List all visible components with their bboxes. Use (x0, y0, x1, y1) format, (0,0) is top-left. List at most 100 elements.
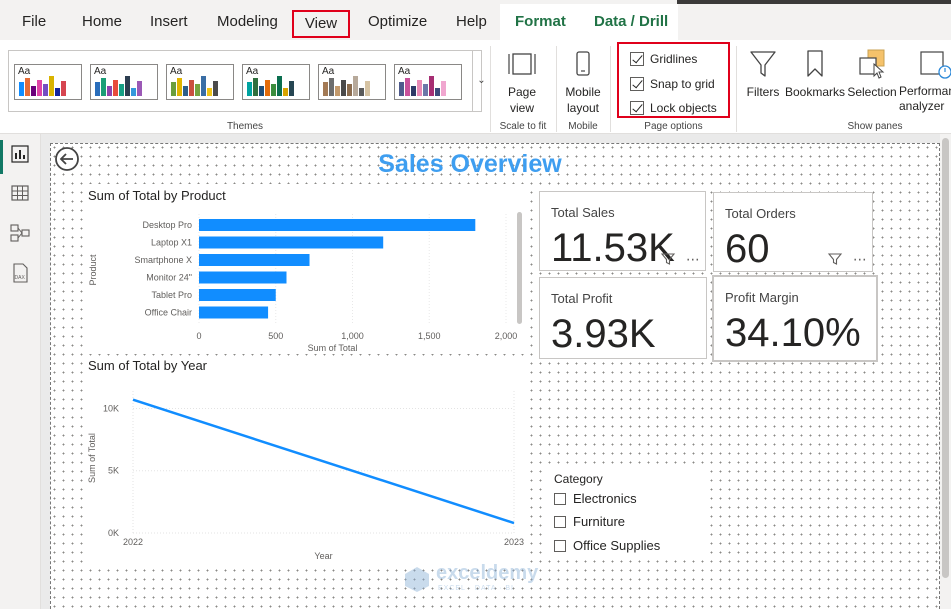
theme-swatch-3[interactable]: Aa (166, 64, 234, 100)
line-chart-series (132, 398, 515, 525)
filter-icon[interactable] (827, 251, 843, 267)
bar-chart-bar (199, 254, 310, 266)
page-view-button[interactable]: Page view (500, 50, 544, 116)
table-view-icon[interactable] (9, 182, 31, 204)
line-chart-x-tick: 2022 (123, 537, 143, 547)
bookmark-icon (807, 50, 823, 77)
filters-button[interactable]: Filters (743, 48, 783, 114)
watermark-tagline: EXCEL · DATA · BI (438, 585, 514, 592)
bar-chart-x-tick: 1,000 (341, 331, 364, 341)
theme-swatch-4[interactable]: Aa (242, 64, 310, 100)
more-options-icon[interactable]: ⋯ (686, 251, 700, 267)
theme-swatch-2[interactable]: Aa (90, 64, 158, 100)
theme-color-bar (43, 84, 48, 96)
menu-insert[interactable]: Insert (150, 10, 188, 34)
theme-color-bar (213, 81, 218, 96)
bar-chart-category-label: Monitor 24" (146, 273, 192, 283)
snap-to-grid-checkbox[interactable]: Snap to grid (630, 75, 715, 93)
theme-color-bar (423, 84, 428, 96)
vertical-scrollbar[interactable] (940, 134, 951, 609)
model-view-icon[interactable] (9, 222, 31, 244)
selection-button[interactable]: Selection (846, 48, 898, 114)
bar-chart-bar (199, 271, 287, 284)
more-options-icon[interactable]: ⋯ (853, 251, 867, 267)
dax-query-view-icon[interactable]: DAX (9, 262, 31, 284)
theme-color-bar (55, 88, 60, 96)
performance-analyzer-button[interactable]: Performance analyzer (899, 48, 951, 120)
bar-chart-x-tick: 2,000 (495, 331, 518, 341)
menu-home[interactable]: Home (82, 10, 122, 34)
menu-view[interactable]: View (292, 10, 350, 38)
theme-swatch-6[interactable]: Aa (394, 64, 462, 100)
theme-color-bar (171, 82, 176, 96)
watermark-name: exceldemy (436, 562, 539, 584)
line-chart-visual[interactable]: Sum of Total by Year 0K 5K 10K 2022 2023 Year… (86, 356, 528, 566)
bar-chart-bar (199, 219, 476, 231)
theme-color-bar (125, 76, 130, 96)
ribbon-separator (736, 46, 737, 132)
ribbon-separator (556, 46, 557, 132)
gridlines-checkbox[interactable]: Gridlines (630, 50, 697, 68)
filter-icon[interactable] (660, 251, 676, 267)
slicer-item-furniture[interactable]: Furniture (554, 513, 625, 531)
menu-optimize[interactable]: Optimize (368, 10, 427, 34)
slicer-item-label: Electronics (573, 491, 637, 506)
back-arrow-icon[interactable] (54, 146, 80, 172)
mobile-phone-icon (576, 51, 590, 76)
theme-swatch-1[interactable]: Aa (14, 64, 82, 100)
filter-icon (750, 51, 776, 77)
bar-chart-y-axis-label: Product (88, 254, 98, 286)
card-profit-margin[interactable]: Profit Margin 34.10% (712, 275, 878, 362)
theme-color-bar (37, 80, 42, 96)
lock-objects-label: Lock objects (650, 101, 717, 115)
slicer-title: Category (554, 472, 603, 486)
theme-color-bar (277, 76, 282, 96)
bar-chart-x-tick: 1,500 (418, 331, 441, 341)
bar-chart-visual[interactable]: Sum of Total by Product 0 500 1,000 1,500 2,… (86, 184, 528, 354)
snap-to-grid-label: Snap to grid (650, 77, 715, 91)
selection-label: Selection (847, 85, 897, 99)
slicer-item-electronics[interactable]: Electronics (554, 490, 637, 508)
line-chart-svg: 0K 5K 10K 2022 2023 Year Sum of Total (87, 391, 524, 561)
bar-chart-scrollbar[interactable] (517, 212, 522, 324)
theme-color-bar (289, 81, 294, 96)
menu-data-drill[interactable]: Data / Drill (594, 10, 668, 34)
theme-color-bar (329, 78, 334, 96)
theme-color-bar (271, 84, 276, 96)
theme-color-bar (323, 82, 328, 96)
visual-header-tools: ⋯ (660, 250, 700, 268)
theme-color-bar (183, 86, 188, 96)
bookmarks-button[interactable]: Bookmarks (785, 48, 845, 114)
card-total-profit[interactable]: Total Profit 3.93K (539, 277, 707, 359)
theme-color-bar (441, 81, 446, 96)
theme-color-bar (19, 82, 24, 96)
menu-file[interactable]: File (22, 10, 46, 34)
scrollbar-thumb[interactable] (942, 138, 949, 578)
line-chart-x-axis-label: Year (314, 551, 332, 561)
menu-help[interactable]: Help (456, 10, 487, 34)
theme-swatch-5[interactable]: Aa (318, 64, 386, 100)
theme-color-bar (49, 76, 54, 96)
mobile-group-label: Mobile (568, 121, 598, 132)
theme-color-bar (137, 81, 142, 96)
lock-objects-checkbox[interactable]: Lock objects (630, 99, 717, 117)
report-view-icon[interactable] (9, 143, 31, 165)
report-title: Sales Overview (378, 150, 562, 178)
themes-more-button[interactable]: ⌄ (472, 51, 490, 111)
visual-header-tools: ⋯ (827, 250, 867, 268)
checkbox-empty-icon (554, 516, 566, 528)
theme-color-bar (107, 86, 112, 96)
menu-format[interactable]: Format (515, 10, 566, 34)
theme-color-bar (353, 76, 358, 96)
slicer-item-label: Furniture (573, 514, 626, 529)
exceldemy-logo-icon (405, 567, 429, 592)
theme-color-bar (31, 86, 36, 96)
theme-color-bar (177, 78, 182, 96)
line-chart-y-axis-label: Sum of Total (87, 433, 97, 483)
mobile-layout-label: Mobile layout (565, 85, 601, 115)
slicer-item-label: Office Supplies (573, 538, 661, 553)
mobile-layout-button[interactable]: Mobile layout (561, 50, 605, 116)
line-chart-y-tick: 0K (108, 528, 119, 538)
slicer-item-office-supplies[interactable]: Office Supplies (554, 537, 660, 555)
menu-modeling[interactable]: Modeling (217, 10, 278, 34)
